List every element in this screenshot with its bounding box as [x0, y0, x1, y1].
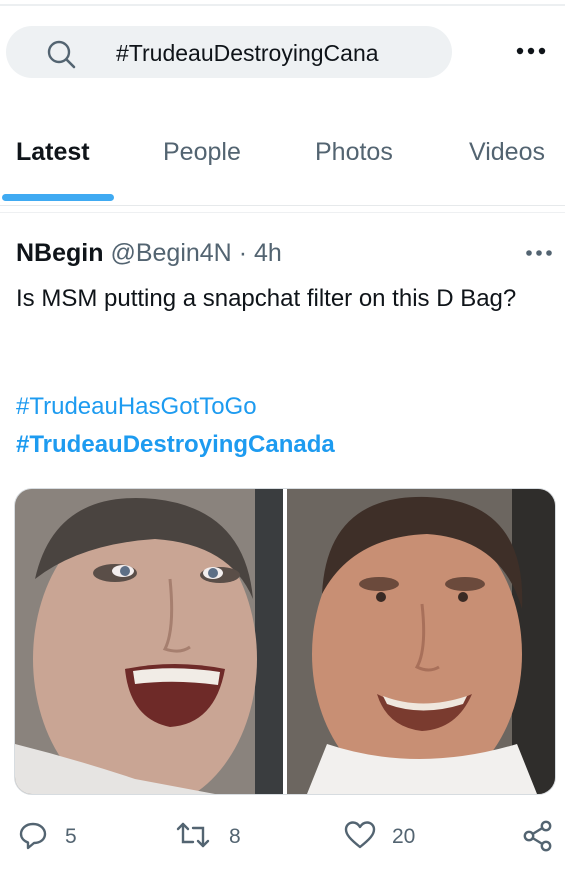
tab-photos[interactable]: Photos: [315, 138, 393, 167]
tweet-header: NBegin @Begin4N · 4h: [16, 239, 282, 268]
meta-separator: ·: [238, 239, 248, 267]
search-icon: [47, 40, 76, 69]
tabs-divider: [0, 205, 565, 206]
face-photo-image: [15, 489, 283, 794]
active-tab-indicator: [2, 194, 114, 201]
tab-latest[interactable]: Latest: [16, 138, 90, 167]
retweet-icon[interactable]: [175, 820, 211, 850]
more-icon[interactable]: [524, 246, 554, 260]
photo-right[interactable]: [287, 489, 555, 794]
search-input[interactable]: #TrudeauDestroyingCana: [6, 26, 452, 78]
retweet-count: 8: [229, 825, 241, 848]
author-handle[interactable]: @Begin4N: [110, 239, 231, 267]
reply-count: 5: [65, 825, 77, 848]
share-icon[interactable]: [522, 820, 554, 852]
tweet-text: Is MSM putting a snapchat filter on this…: [16, 285, 517, 312]
face-photo-image: [287, 489, 555, 794]
tabs-divider-secondary: [0, 212, 565, 213]
top-divider: [0, 4, 565, 6]
search-query[interactable]: #TrudeauDestroyingCana: [116, 40, 441, 67]
search-bar: #TrudeauDestroyingCana: [0, 22, 565, 84]
photo-left[interactable]: [15, 489, 283, 794]
hashtag-link[interactable]: #TrudeauHasGotToGo: [16, 393, 257, 421]
search-tabs: Latest People Photos Videos: [0, 124, 565, 184]
tab-people[interactable]: People: [163, 138, 241, 167]
tab-videos[interactable]: Videos: [469, 138, 545, 167]
tweet-actions: 5 8 20: [0, 812, 565, 862]
author-name[interactable]: NBegin: [16, 239, 104, 267]
reply-icon[interactable]: [18, 820, 48, 850]
tweet-media[interactable]: [14, 488, 556, 795]
hashtag-link[interactable]: #TrudeauDestroyingCanada: [16, 431, 335, 459]
like-icon[interactable]: [344, 820, 376, 850]
more-icon[interactable]: [514, 42, 548, 60]
tweet-timestamp[interactable]: 4h: [254, 239, 282, 267]
like-count: 20: [392, 825, 416, 848]
